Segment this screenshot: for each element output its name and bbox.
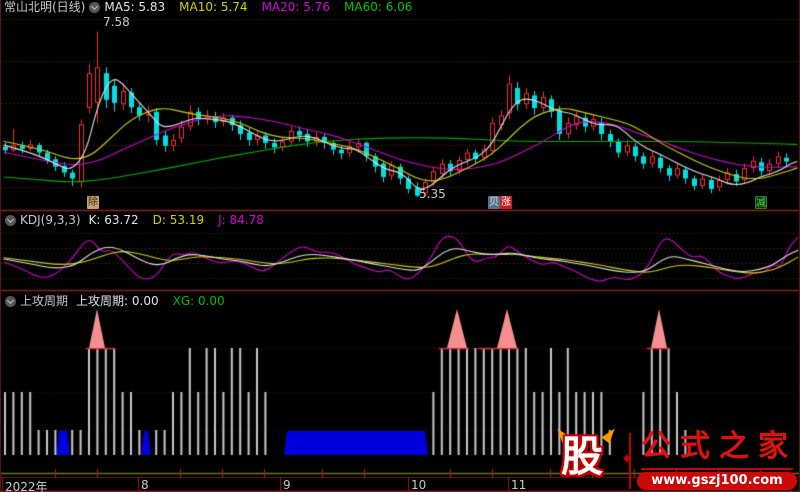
axis-month-label-10: 10 <box>411 478 427 492</box>
logo-underline <box>641 468 793 470</box>
event-badge-reduce[interactable]: 减 <box>755 196 767 209</box>
stock-chart-window: 常山北明(日线) MA5: 5.83 MA10: 5.74 MA20: 5.76… <box>0 0 800 492</box>
attack-cycle-panel-header: 上攻周期 上攻周期: 0.00 XG: 0.00 <box>1 294 225 308</box>
event-badge-blue[interactable]: 贝 <box>488 196 500 209</box>
stock-title: 常山北明(日线) <box>4 0 86 14</box>
high-price-label: 7.58 <box>103 15 130 29</box>
kdj-k-value: K: 63.72 <box>88 213 139 227</box>
bull-horn-right-icon <box>601 425 619 444</box>
collapse-main-icon[interactable] <box>89 1 101 13</box>
ma20-label[interactable]: MA20: 5.76 <box>262 0 330 14</box>
logo-gu-character: 股 <box>561 432 604 481</box>
logo-site-url[interactable]: www.gszj100.com <box>637 472 797 490</box>
kdj-d-value: D: 53.19 <box>152 213 205 227</box>
main-chart-header: 常山北明(日线) MA5: 5.83 MA10: 5.74 MA20: 5.76… <box>1 0 412 14</box>
sub-indicator-value: 上攻周期: 0.00 <box>76 294 159 308</box>
kdj-indicator-name[interactable]: KDJ(9,3,3) <box>20 213 81 227</box>
ma10-label[interactable]: MA10: 5.74 <box>179 0 247 14</box>
collapse-sub-icon[interactable] <box>5 295 16 307</box>
axis-year-label: 2022年 <box>5 480 48 492</box>
ma5-label[interactable]: MA5: 5.83 <box>104 0 165 14</box>
gszj-watermark-logo: 股 ◆ 公式之家 www.gszj100.com <box>553 425 797 491</box>
ma60-label[interactable]: MA60: 6.06 <box>344 0 412 14</box>
logo-site-name: 公式之家 <box>641 429 797 464</box>
chart-canvas[interactable] <box>1 0 799 492</box>
axis-month-label-9: 9 <box>283 478 291 492</box>
sub-indicator-name[interactable]: 上攻周期 <box>20 294 68 308</box>
kdj-j-value: J: 84.78 <box>218 213 264 227</box>
logo-divider <box>629 433 631 489</box>
event-badge-exdividend[interactable]: 除 <box>87 196 99 209</box>
low-price-label: 5.35 <box>419 187 446 201</box>
kdj-panel-header: KDJ(9,3,3) K: 63.72 D: 53.19 J: 84.78 <box>1 213 264 227</box>
axis-month-label-8: 8 <box>141 478 149 492</box>
sub-xg-value: XG: 0.00 <box>172 294 225 308</box>
collapse-kdj-icon[interactable] <box>5 214 16 226</box>
event-badge-rise[interactable]: 涨 <box>500 196 512 209</box>
axis-month-label-11: 11 <box>511 478 527 492</box>
